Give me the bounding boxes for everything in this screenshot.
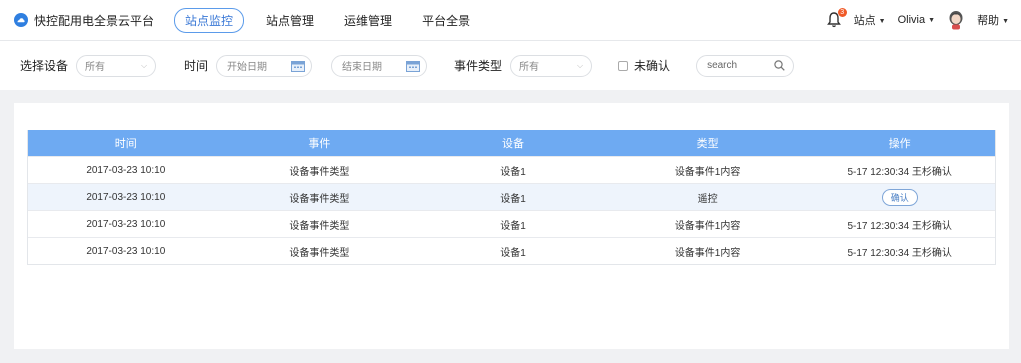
column-header-event[interactable]: 事件 — [224, 135, 416, 151]
cell-device: 设备1 — [500, 247, 526, 259]
content-panel: 时间 事件 设备 类型 操作 2017-03-23 10:10 设备事件类型 设… — [14, 103, 1009, 349]
end-date-input[interactable]: 结束日期 — [331, 54, 428, 77]
cell-type: 设备事件1内容 — [674, 247, 741, 259]
table-row[interactable]: 2017-03-23 10:10 设备事件类型 设备1 设备事件1内容 5-17… — [28, 156, 995, 183]
device-select-value: 所有 — [85, 62, 106, 73]
cell-event: 设备事件类型 — [289, 220, 350, 232]
cell-time: 2017-03-23 10:10 — [86, 218, 166, 230]
event-type-select-value: 所有 — [519, 62, 540, 73]
table-header: 时间 事件 设备 类型 操作 — [28, 130, 995, 156]
help-menu[interactable]: 帮助 ▼ — [977, 12, 1009, 28]
caret-down-icon: ▼ — [928, 16, 936, 24]
cell-time: 2017-03-23 10:10 — [86, 245, 166, 257]
main-nav: 站点监控 站点管理 运维管理 平台全景 — [174, 7, 500, 33]
site-menu[interactable]: 站点 ▼ — [854, 12, 886, 28]
search-icon — [774, 60, 785, 71]
site-menu-label: 站点 — [853, 15, 876, 27]
search-input[interactable]: search — [696, 54, 795, 77]
calendar-icon — [291, 60, 306, 72]
search-placeholder: search — [707, 60, 738, 71]
cloud-logo-icon — [14, 13, 28, 27]
header-right: 3 站点 ▼ Olivia ▼ 帮助 ▼ — [826, 0, 1021, 40]
start-date-placeholder: 开始日期 — [227, 62, 268, 73]
table-row[interactable]: 2017-03-23 10:10 设备事件类型 设备1 设备事件1内容 5-17… — [28, 210, 995, 237]
column-header-type[interactable]: 类型 — [611, 135, 805, 151]
caret-down-icon: ▼ — [1002, 17, 1009, 25]
cell-action: 确认 — [804, 188, 995, 206]
unconfirmed-label: 未确认 — [634, 59, 671, 73]
start-date-input[interactable]: 开始日期 — [216, 54, 313, 77]
cell-type: 遥控 — [697, 193, 718, 205]
chevron-down-icon: ⌵ — [140, 60, 148, 70]
events-table: 时间 事件 设备 类型 操作 2017-03-23 10:10 设备事件类型 设… — [27, 130, 996, 265]
cell-event: 设备事件类型 — [289, 247, 350, 259]
confirm-button[interactable]: 确认 — [881, 188, 918, 206]
device-label: 选择设备 — [20, 59, 69, 73]
cell-event: 设备事件类型 — [289, 193, 350, 205]
cell-device: 设备1 — [500, 220, 526, 232]
column-header-time[interactable]: 时间 — [28, 135, 224, 151]
cell-action: 5-17 12:30:34 王杉确认 — [847, 247, 952, 259]
cell-action: 5-17 12:30:34 王杉确认 — [847, 220, 952, 232]
cell-time: 2017-03-23 10:10 — [86, 164, 166, 176]
cell-action: 5-17 12:30:34 王杉确认 — [847, 166, 952, 178]
avatar[interactable] — [947, 10, 965, 30]
nav-site-monitor[interactable]: 站点监控 — [174, 7, 245, 33]
calendar-icon — [406, 60, 421, 72]
unconfirmed-checkbox[interactable] — [618, 60, 629, 71]
nav-ops-management[interactable]: 运维管理 — [344, 12, 392, 29]
end-date-placeholder: 结束日期 — [342, 62, 383, 73]
event-type-label: 事件类型 — [454, 59, 503, 73]
event-type-select[interactable]: 所有 ⌵ — [510, 54, 593, 77]
cell-device: 设备1 — [500, 193, 526, 205]
notification-button[interactable]: 3 — [826, 8, 847, 29]
table-row[interactable]: 2017-03-23 10:10 设备事件类型 设备1 设备事件1内容 5-17… — [28, 237, 995, 264]
cell-event: 设备事件类型 — [289, 166, 350, 178]
avatar-icon — [949, 11, 963, 30]
cell-device: 设备1 — [500, 166, 526, 178]
time-label: 时间 — [184, 59, 209, 73]
app-logo[interactable]: 快控配用电全景云平台 — [14, 12, 154, 29]
cell-type: 设备事件1内容 — [674, 220, 741, 232]
column-header-device[interactable]: 设备 — [415, 135, 611, 151]
cell-type: 设备事件1内容 — [674, 166, 741, 178]
app-title: 快控配用电全景云平台 — [34, 13, 155, 28]
notification-badge: 3 — [837, 8, 847, 17]
cell-time: 2017-03-23 10:10 — [86, 191, 166, 203]
filter-bar: 选择设备 所有 ⌵ 时间 开始日期 结束日期 事件类型 所有 ⌵ 未确认 sea… — [0, 40, 1021, 90]
chevron-down-icon: ⌵ — [576, 60, 584, 70]
help-menu-label: 帮助 — [977, 15, 1000, 27]
user-menu-label: Olivia — [897, 14, 926, 26]
nav-platform-overview[interactable]: 平台全景 — [422, 12, 470, 29]
column-header-action[interactable]: 操作 — [804, 135, 995, 151]
table-row[interactable]: 2017-03-23 10:10 设备事件类型 设备1 遥控 确认 — [28, 183, 995, 210]
user-menu[interactable]: Olivia ▼ — [898, 14, 935, 26]
caret-down-icon: ▼ — [878, 17, 886, 25]
device-select[interactable]: 所有 ⌵ — [76, 54, 157, 77]
nav-site-management[interactable]: 站点管理 — [266, 12, 314, 29]
top-header: 快控配用电全景云平台 站点监控 站点管理 运维管理 平台全景 3 站点 ▼ Oli… — [0, 0, 1021, 40]
